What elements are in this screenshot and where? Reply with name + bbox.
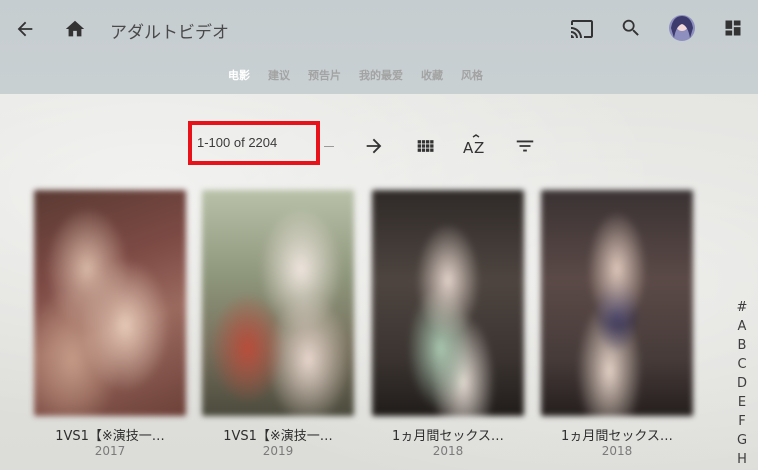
back-arrow-icon[interactable] [8, 12, 42, 46]
movie-year: 2017 [94, 444, 126, 458]
alpha-jump-g[interactable]: G [737, 431, 747, 450]
movie-title: 1VS1【※演技一… [223, 429, 333, 444]
alpha-jump-c[interactable]: C [737, 355, 746, 374]
tab-collections[interactable]: 收藏 [421, 67, 443, 83]
cast-icon[interactable] [565, 12, 599, 46]
alphabet-jump-bar: # A B C D E F G H [734, 298, 750, 469]
tab-movies[interactable]: 电影 [228, 67, 250, 83]
movie-card[interactable] [372, 190, 524, 416]
search-icon[interactable] [614, 11, 648, 45]
tab-suggestions[interactable]: 建议 [268, 67, 290, 83]
tab-bar: 电影 建议 预告片 我的最爱 收藏 风格 [228, 67, 501, 83]
movie-title: 1ヵ月間セックス… [392, 429, 504, 444]
poster-image [372, 190, 524, 416]
movie-year: 2018 [601, 444, 633, 458]
poster-image [541, 190, 693, 416]
alpha-jump-d[interactable]: D [737, 374, 747, 393]
movie-card[interactable] [34, 190, 186, 416]
sort-az-icon[interactable]: A Z [458, 129, 492, 163]
tab-favorites[interactable]: 我的最爱 [359, 67, 403, 83]
alpha-jump-a[interactable]: A [738, 317, 747, 336]
page-title: アダルトビデオ [110, 23, 229, 43]
movie-title: 1ヵ月間セックス… [561, 429, 673, 444]
movie-title: 1VS1【※演技一… [55, 429, 165, 444]
next-page-arrow-icon[interactable] [357, 129, 391, 163]
range-divider [324, 146, 334, 147]
movie-card[interactable] [541, 190, 693, 416]
movie-year: 2019 [262, 444, 294, 458]
alpha-jump-hash[interactable]: # [737, 298, 748, 317]
poster-image [34, 190, 186, 416]
svg-text:A: A [463, 139, 474, 157]
grid-view-icon[interactable] [409, 129, 443, 163]
tab-genres[interactable]: 风格 [461, 67, 483, 83]
tab-trailers[interactable]: 预告片 [308, 67, 341, 83]
user-avatar[interactable] [665, 11, 699, 45]
alpha-jump-b[interactable]: B [738, 336, 747, 355]
dashboard-icon[interactable] [716, 11, 750, 45]
alpha-jump-f[interactable]: F [738, 412, 745, 431]
movie-year: 2018 [432, 444, 464, 458]
header-bar: アダルトビデオ 电影 建议 预告片 我的最爱 收藏 风格 [0, 0, 758, 94]
annotation-highlight-box [188, 121, 320, 165]
svg-text:Z: Z [474, 139, 484, 157]
home-icon[interactable] [58, 12, 92, 46]
movie-card[interactable] [202, 190, 354, 416]
alpha-jump-h[interactable]: H [737, 450, 747, 469]
poster-image [202, 190, 354, 416]
alpha-jump-e[interactable]: E [738, 393, 746, 412]
filter-icon[interactable] [508, 129, 542, 163]
